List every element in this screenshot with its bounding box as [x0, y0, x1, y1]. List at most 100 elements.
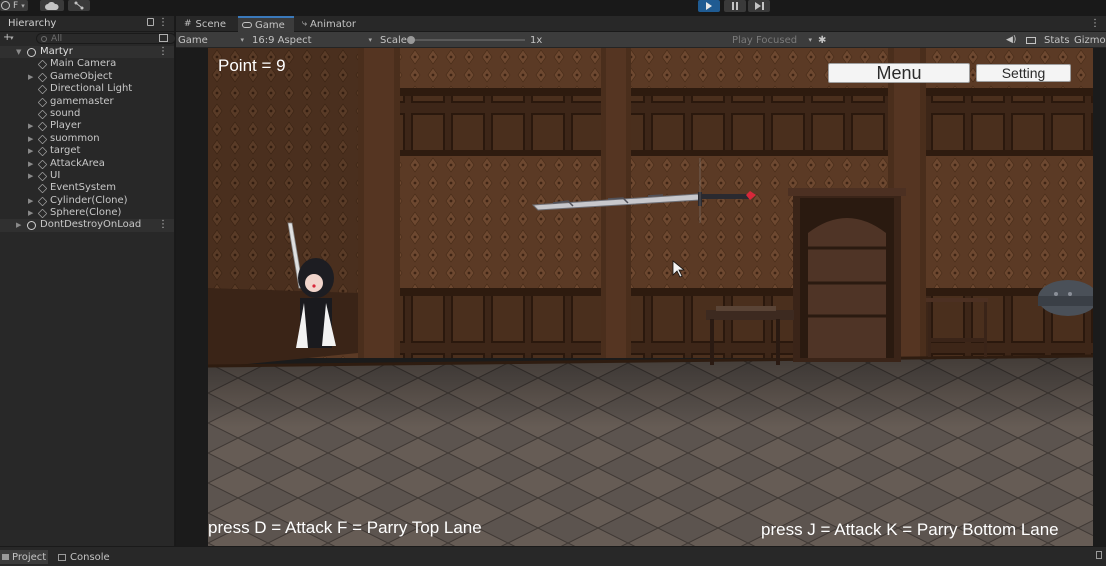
game-canvas[interactable]: Point = 9 Menu Setting press D = Attack …: [208, 48, 1093, 546]
step-icon: [754, 2, 764, 10]
aspect-dropdown[interactable]: 16:9 Aspect ▾: [252, 32, 374, 48]
expand-arrow-icon[interactable]: ▶: [28, 195, 33, 207]
expand-arrow-icon[interactable]: ▶: [28, 170, 33, 182]
hierarchy-panel: Hierarchy ⋮ + ▾ All ▼ Martyr ⋮ Main Came…: [0, 16, 176, 546]
hierarchy-item[interactable]: sound: [0, 108, 174, 120]
hierarchy-item[interactable]: ▶ Sphere(Clone): [0, 207, 174, 219]
hierarchy-item-list: Main Camera ▶ GameObject Directional Light g…: [0, 58, 174, 219]
expand-arrow-icon[interactable]: ▶: [28, 158, 33, 170]
game-viewport: Point = 9 Menu Setting press D = Attack …: [176, 48, 1106, 546]
hierarchy-item[interactable]: ▶ AttackArea: [0, 158, 174, 170]
point-counter: Point = 9: [218, 56, 286, 75]
gameobject-cube-icon: [37, 109, 48, 120]
menu-button[interactable]: Menu: [828, 63, 970, 83]
bug-icon[interactable]: ✱: [818, 32, 826, 48]
hierarchy-item[interactable]: Main Camera: [0, 58, 174, 70]
scale-slider-thumb[interactable]: [407, 36, 415, 44]
step-button[interactable]: [748, 0, 770, 12]
search-scene-icon[interactable]: [159, 34, 168, 42]
more-options-icon[interactable]: ⋮: [158, 219, 168, 231]
hierarchy-item-label: sound: [50, 107, 81, 119]
pause-icon: [732, 2, 738, 10]
scale-label: Scale: [380, 34, 407, 46]
expand-arrow-icon[interactable]: ▶: [28, 120, 33, 132]
unity-scene-icon: [27, 48, 36, 57]
expand-arrow-icon[interactable]: ▶: [28, 71, 33, 83]
game-view-toolbar: Game ▾ 16:9 Aspect ▾ Scale 1x Play Focus…: [176, 32, 1106, 48]
tab-scene[interactable]: # Scene: [180, 16, 236, 32]
folder-icon: [2, 554, 9, 560]
version-control-button[interactable]: [68, 0, 90, 11]
hierarchy-item[interactable]: ▶ UI: [0, 170, 174, 182]
tab-project-label: Project: [12, 551, 47, 563]
setting-button[interactable]: Setting: [976, 64, 1071, 82]
keyboard-icon[interactable]: [1026, 32, 1036, 48]
gizmos-button[interactable]: Gizmos: [1074, 32, 1106, 48]
chevron-down-icon: ▾: [240, 36, 244, 44]
gameobject-cube-icon: [37, 171, 48, 182]
scene-name: Martyr: [40, 46, 73, 57]
controls-help-right: press J = Attack K = Parry Bottom Lane: [761, 520, 1059, 539]
more-options-icon[interactable]: ⋮: [158, 46, 168, 58]
main-toolbar: F ▾: [0, 0, 1106, 14]
play-mode-dropdown[interactable]: Play Focused ▾: [732, 32, 812, 48]
upper-wainscot: [358, 93, 1093, 153]
hierarchy-search-input[interactable]: All: [36, 33, 176, 44]
expand-arrow-icon[interactable]: ▶: [28, 133, 33, 145]
hierarchy-item[interactable]: gamemaster: [0, 96, 174, 108]
more-options-icon[interactable]: ⋮: [158, 17, 168, 28]
hierarchy-item[interactable]: ▶ GameObject: [0, 71, 174, 83]
gameobject-cube-icon: [37, 60, 48, 70]
hierarchy-item[interactable]: ▶ target: [0, 145, 174, 157]
hierarchy-search-row: + ▾ All: [0, 32, 176, 46]
play-button[interactable]: [698, 0, 720, 12]
tab-project[interactable]: Project: [0, 550, 48, 564]
scene-row[interactable]: ▼ Martyr ⋮: [0, 46, 174, 59]
tab-animator[interactable]: ⤷ Animator: [298, 16, 360, 32]
mute-audio-icon[interactable]: ◀): [1006, 32, 1016, 48]
hierarchy-item-label: EventSystem: [50, 182, 116, 194]
search-placeholder: All: [51, 33, 63, 44]
hierarchy-item-label: Directional Light: [50, 83, 133, 95]
chevron-down-icon[interactable]: ▾: [10, 34, 14, 42]
hierarchy-item-label: Sphere(Clone): [50, 207, 122, 219]
account-label: F: [13, 0, 19, 11]
chevron-down-icon: ▾: [21, 1, 25, 10]
pause-button[interactable]: [724, 0, 746, 12]
lock-icon[interactable]: [147, 18, 154, 26]
hierarchy-item[interactable]: ▶ suommon: [0, 133, 174, 145]
hierarchy-item[interactable]: ▶ Player: [0, 120, 174, 132]
hierarchy-item[interactable]: ▶ Cylinder(Clone): [0, 195, 174, 207]
expand-arrow-icon[interactable]: ▶: [16, 219, 21, 231]
scale-slider[interactable]: [407, 36, 525, 44]
dont-destroy-row[interactable]: ▶ DontDestroyOnLoad ⋮: [0, 219, 174, 232]
hierarchy-item-label: GameObject: [50, 70, 113, 82]
lower-wainscot: [358, 293, 1093, 358]
gameobject-cube-icon: [37, 122, 48, 132]
tab-game[interactable]: Game: [238, 16, 294, 32]
hierarchy-item-label: suommon: [50, 132, 100, 144]
bottom-tab-bar: Project Console: [0, 546, 1106, 566]
hierarchy-item-label: target: [50, 145, 81, 157]
account-dropdown[interactable]: F ▾: [0, 0, 28, 11]
unity-scene-icon: [27, 221, 36, 231]
expand-arrow-icon[interactable]: ▶: [28, 145, 33, 157]
chevron-down-icon: ▾: [808, 36, 812, 44]
play-mode-label: Play Focused: [732, 34, 798, 46]
gameobject-cube-icon: [37, 84, 48, 95]
tab-console[interactable]: Console: [58, 550, 114, 564]
more-options-icon[interactable]: ⋮: [1090, 18, 1100, 29]
display-dropdown[interactable]: Game ▾: [178, 32, 246, 48]
controls-help-left: press D = Attack F = Parry Top Lane: [208, 518, 482, 537]
expand-arrow-icon[interactable]: ▼: [16, 46, 21, 58]
hierarchy-item[interactable]: Directional Light: [0, 83, 174, 95]
gameobject-cube-icon: [37, 208, 48, 219]
hierarchy-item-label: Cylinder(Clone): [50, 194, 128, 206]
hierarchy-item[interactable]: EventSystem: [0, 182, 174, 194]
stats-button[interactable]: Stats: [1044, 32, 1070, 48]
expand-arrow-icon[interactable]: ▶: [28, 207, 33, 219]
search-icon: [41, 35, 47, 42]
cloud-button[interactable]: [40, 0, 64, 11]
hierarchy-tab[interactable]: Hierarchy ⋮: [0, 16, 174, 32]
lock-icon[interactable]: [1096, 551, 1102, 559]
